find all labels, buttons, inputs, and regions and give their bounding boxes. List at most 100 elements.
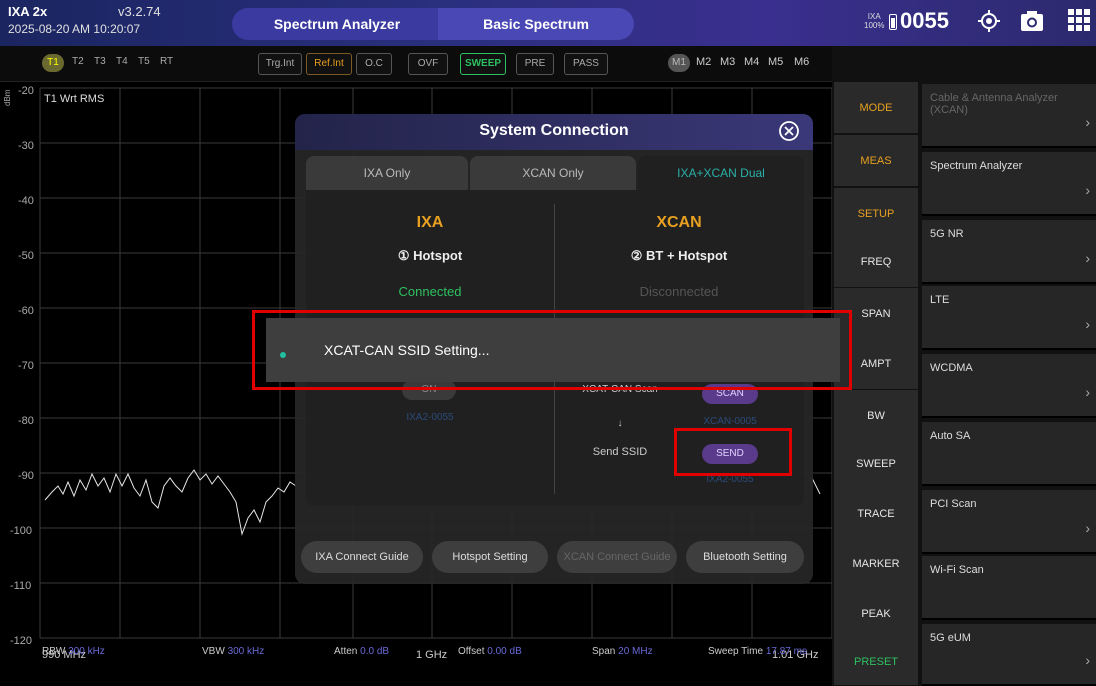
y-tick: -70 — [18, 360, 34, 372]
menu-peak[interactable]: PEAK — [834, 588, 918, 640]
menu-preset[interactable]: PRESET — [834, 638, 918, 686]
y-tick: -20 — [18, 85, 34, 97]
marker-m6[interactable]: M6 — [794, 56, 809, 68]
y-tick: -50 — [18, 250, 34, 262]
battery-device: IXA — [867, 12, 881, 21]
submenu-5g-eum[interactable]: 5G eUM › — [922, 624, 1096, 686]
indicator-trg-int: Trg.Int — [258, 53, 302, 75]
y-tick: -120 — [10, 635, 32, 647]
span-value: 20 MHz — [618, 646, 653, 657]
offset-readout[interactable]: Offset 0.00 dB — [458, 646, 522, 657]
tab-xcan-only[interactable]: XCAN Only — [470, 156, 636, 190]
y-tick: -100 — [10, 525, 32, 537]
vbw-value: 300 kHz — [227, 646, 265, 657]
submenu-lte[interactable]: LTE › — [922, 286, 1096, 350]
highlight-box-send — [674, 428, 792, 476]
chevron-right-icon: › — [1085, 384, 1090, 400]
highlight-box-toast — [252, 310, 852, 390]
trace-t4[interactable]: T4 — [116, 56, 128, 67]
trace-t2[interactable]: T2 — [72, 56, 84, 67]
submenu-label: WCDMA — [930, 362, 973, 374]
submenu-label: Auto SA — [930, 430, 971, 442]
rbw-label: RBW — [42, 646, 66, 657]
submenu-wifi-scan[interactable]: Wi-Fi Scan — [922, 556, 1096, 620]
chevron-right-icon: › — [1085, 520, 1090, 536]
battery-level: 100% — [864, 21, 885, 30]
sweep-time-label: Sweep Time — [708, 646, 764, 657]
indicator-oc: O.C — [356, 53, 392, 75]
breadcrumb-measurement[interactable]: Basic Spectrum — [438, 8, 634, 40]
indicator-ref-int: Ref.Int — [306, 53, 352, 75]
rbw-readout[interactable]: RBW 300 kHz — [42, 646, 105, 657]
span-label: Span — [592, 646, 616, 657]
breadcrumb-mode[interactable]: Spectrum Analyzer — [232, 8, 442, 40]
tab-ixa-only[interactable]: IXA Only — [306, 156, 468, 190]
rbw-value: 300 kHz — [68, 646, 105, 657]
chevron-right-icon: › — [1085, 652, 1090, 668]
gps-target-icon[interactable] — [978, 10, 1000, 32]
battery-label: IXA 100% — [864, 12, 884, 30]
marker-m2[interactable]: M2 — [696, 56, 711, 68]
menu-setup[interactable]: SETUP — [834, 188, 918, 240]
software-version: v3.2.74 — [118, 4, 161, 19]
menu-sweep[interactable]: SWEEP — [834, 438, 918, 490]
submenu-label: Cable & Antenna Analyzer (XCAN) — [930, 92, 1058, 116]
dialog-title: System Connection — [479, 122, 629, 139]
xcan-device-name: XCAN-0005 — [703, 416, 757, 427]
y-tick: -110 — [10, 580, 31, 592]
marker-m1[interactable]: M1 — [668, 54, 690, 72]
device-serial: 0055 — [900, 8, 949, 33]
bluetooth-setting-button[interactable]: Bluetooth Setting — [686, 541, 804, 573]
menu-freq[interactable]: FREQ — [834, 236, 918, 288]
menu-marker[interactable]: MARKER — [834, 538, 918, 590]
close-icon[interactable] — [778, 120, 800, 142]
submenu-label: PCI Scan — [930, 498, 977, 510]
xcan-status: Disconnected — [639, 284, 719, 299]
submenu-spectrum-analyzer[interactable]: Spectrum Analyzer › — [922, 152, 1096, 216]
xcan-step: ② BT + Hotspot — [630, 248, 728, 263]
trace-t1[interactable]: T1 — [42, 54, 64, 72]
submenu-wcdma[interactable]: WCDMA › — [922, 354, 1096, 418]
indicator-sweep: SWEEP — [460, 53, 506, 75]
menu-trace[interactable]: TRACE — [834, 488, 918, 540]
camera-icon[interactable] — [1020, 10, 1044, 32]
ixa-ssid: IXA2-0055 — [406, 412, 454, 423]
y-tick: -30 — [18, 140, 34, 152]
apps-grid-icon[interactable] — [1068, 9, 1090, 31]
xcan-connect-guide-button[interactable]: XCAN Connect Guide — [557, 541, 677, 573]
menu-bw[interactable]: BW — [834, 390, 918, 442]
submenu-label: 5G NR — [930, 228, 964, 240]
vbw-readout[interactable]: VBW 300 kHz — [202, 646, 264, 657]
trace-label: T1 Wrt RMS — [44, 93, 104, 105]
atten-readout[interactable]: Atten 0.0 dB — [334, 646, 389, 657]
indicator-pass: PASS — [564, 53, 608, 75]
date-time: 2025-08-20 AM 10:20:07 — [8, 22, 141, 36]
marker-m4[interactable]: M4 — [744, 56, 759, 68]
sweep-time-readout[interactable]: Sweep Time 17.87 ms — [708, 646, 807, 657]
battery-icon — [889, 14, 897, 30]
submenu-5g-nr[interactable]: 5G NR › — [922, 220, 1096, 284]
trace-t5[interactable]: T5 — [138, 56, 150, 67]
trace-t3[interactable]: T3 — [94, 56, 106, 67]
ixa-status: Connected — [398, 284, 462, 299]
ixa-connect-guide-button[interactable]: IXA Connect Guide — [301, 541, 423, 573]
hotspot-setting-button[interactable]: Hotspot Setting — [432, 541, 548, 573]
chevron-right-icon: › — [1085, 182, 1090, 198]
chevron-right-icon: › — [1085, 114, 1090, 130]
menu-meas[interactable]: MEAS — [834, 135, 918, 187]
submenu-label: Spectrum Analyzer — [930, 160, 1023, 172]
submenu-pci-scan[interactable]: PCI Scan › — [922, 490, 1096, 554]
tab-dual[interactable]: IXA+XCAN Dual — [638, 156, 804, 190]
x-center-freq: 1 GHz — [416, 649, 447, 661]
submenu-auto-sa[interactable]: Auto SA — [922, 422, 1096, 486]
span-readout[interactable]: Span 20 MHz — [592, 646, 653, 657]
submenu-label: Wi-Fi Scan — [930, 564, 984, 576]
marker-m5[interactable]: M5 — [768, 56, 783, 68]
submenu-xcan[interactable]: Cable & Antenna Analyzer (XCAN) › — [922, 84, 1096, 148]
menu-mode[interactable]: MODE — [834, 82, 918, 134]
atten-value: 0.0 dB — [360, 646, 390, 657]
marker-m3[interactable]: M3 — [720, 56, 735, 68]
y-tick: -80 — [18, 415, 34, 427]
trace-rt[interactable]: RT — [160, 56, 173, 67]
send-ssid-label: Send SSID — [592, 446, 648, 458]
